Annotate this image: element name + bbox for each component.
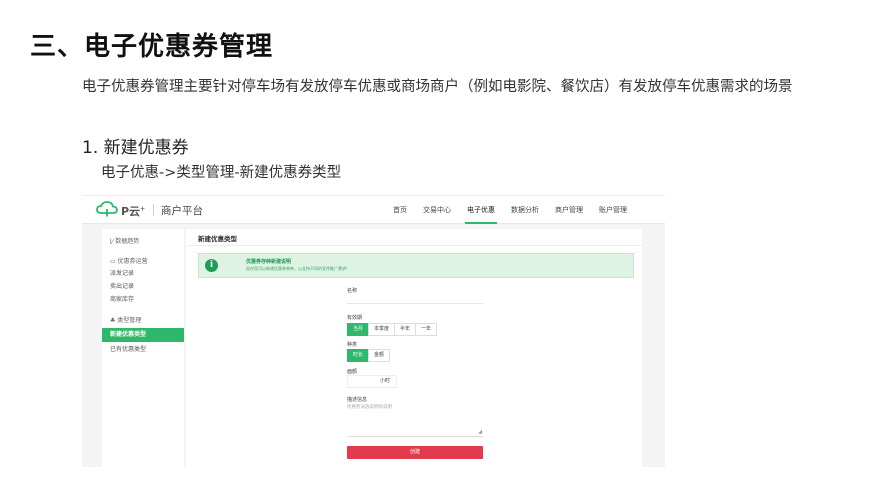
sidebar-item-existing-types[interactable]: 已有优惠类型: [102, 343, 184, 357]
type-selector: 时长 金额: [347, 349, 391, 362]
denomination-label: 面额: [347, 369, 358, 375]
app-topbar: P云+ 商户平台 首页 交易中心 电子优惠 数据分析 商户管理 账户管理: [82, 196, 665, 224]
panel-divider: [186, 245, 642, 246]
section-path: 电子优惠->类型管理-新建优惠券类型: [101, 165, 342, 181]
type-option-duration[interactable]: 时长: [347, 349, 370, 362]
sidebar-item-issue-records[interactable]: 派发记录: [102, 267, 184, 281]
validity-selector: 当月 本季度 半年 一年: [347, 323, 438, 336]
logo-text: P云+: [121, 205, 146, 218]
app-screenshot: P云+ 商户平台 首页 交易中心 电子优惠 数据分析 商户管理 账户管理 ⌊⁄ …: [82, 195, 665, 467]
description-label: 描述信息: [347, 397, 368, 403]
validity-option-quarter[interactable]: 本季度: [368, 323, 396, 336]
cloud-logo-icon: [96, 201, 118, 217]
nav-home[interactable]: 首页: [385, 196, 415, 224]
document-intro: 电子优惠券管理主要针对停车场有发放停车优惠或商场商户（例如电影院、餐饮店）有发放…: [82, 79, 793, 95]
platform-name: 商户平台: [161, 205, 203, 217]
denomination-input[interactable]: 小时: [347, 375, 397, 388]
document-title: 三、电子优惠券管理: [30, 32, 274, 62]
nav-data-analysis[interactable]: 数据分析: [503, 196, 547, 224]
sidebar-group-type[interactable]: ♣ 类型管理: [102, 314, 184, 328]
type-option-amount[interactable]: 金额: [368, 349, 391, 362]
sidebar-item-merchant-stock[interactable]: 商家库存: [102, 293, 184, 307]
nav-account-management[interactable]: 账户管理: [591, 196, 635, 224]
ticket-icon: ▭: [110, 258, 118, 265]
info-icon: i: [205, 259, 218, 272]
nav-merchant-management[interactable]: 商户管理: [547, 196, 591, 224]
validity-option-year[interactable]: 一年: [415, 323, 438, 336]
panel-title: 新建优惠类型: [198, 235, 237, 243]
validity-option-half-year[interactable]: 半年: [394, 323, 417, 336]
nav-trade-center[interactable]: 交易中心: [415, 196, 459, 224]
validity-label: 有效期: [347, 315, 363, 321]
top-nav: 首页 交易中心 电子优惠 数据分析 商户管理 账户管理: [385, 196, 635, 224]
description-textarea[interactable]: ◢: [347, 407, 483, 437]
main-panel: 新建优惠类型 i 优惠券存种新建说明 现在您可以新建优惠券券种，以支持不同的宣传…: [186, 229, 642, 467]
notice-text: 现在您可以新建优惠券券种，以支持不同的宣传推广需求!: [246, 266, 348, 271]
validity-option-month[interactable]: 当月: [347, 323, 370, 336]
name-label: 名称: [347, 288, 358, 294]
type-label: 种类: [347, 342, 358, 348]
nav-e-coupon[interactable]: 电子优惠: [459, 196, 503, 224]
logo-divider: [153, 204, 154, 216]
sidebar-item-sell-records[interactable]: 卖出记录: [102, 280, 184, 294]
sidebar-item-new-type[interactable]: 新建优惠类型: [102, 328, 184, 342]
section-heading: 1. 新建优惠券: [82, 138, 189, 158]
notice-title: 优惠券存种新建说明: [246, 259, 292, 265]
name-input[interactable]: [347, 303, 483, 304]
sidebar-item-trend[interactable]: ⌊⁄ 数据趋势: [102, 235, 184, 249]
resize-handle-icon[interactable]: ◢: [478, 429, 482, 435]
sidebar: ⌊⁄ 数据趋势 ▭ 优惠券运营 派发记录 卖出记录 商家库存 ♣ 类型管理 新建…: [102, 229, 184, 467]
create-button[interactable]: 创建: [347, 446, 483, 459]
info-notice: i 优惠券存种新建说明 现在您可以新建优惠券券种，以支持不同的宣传推广需求!: [198, 253, 634, 278]
